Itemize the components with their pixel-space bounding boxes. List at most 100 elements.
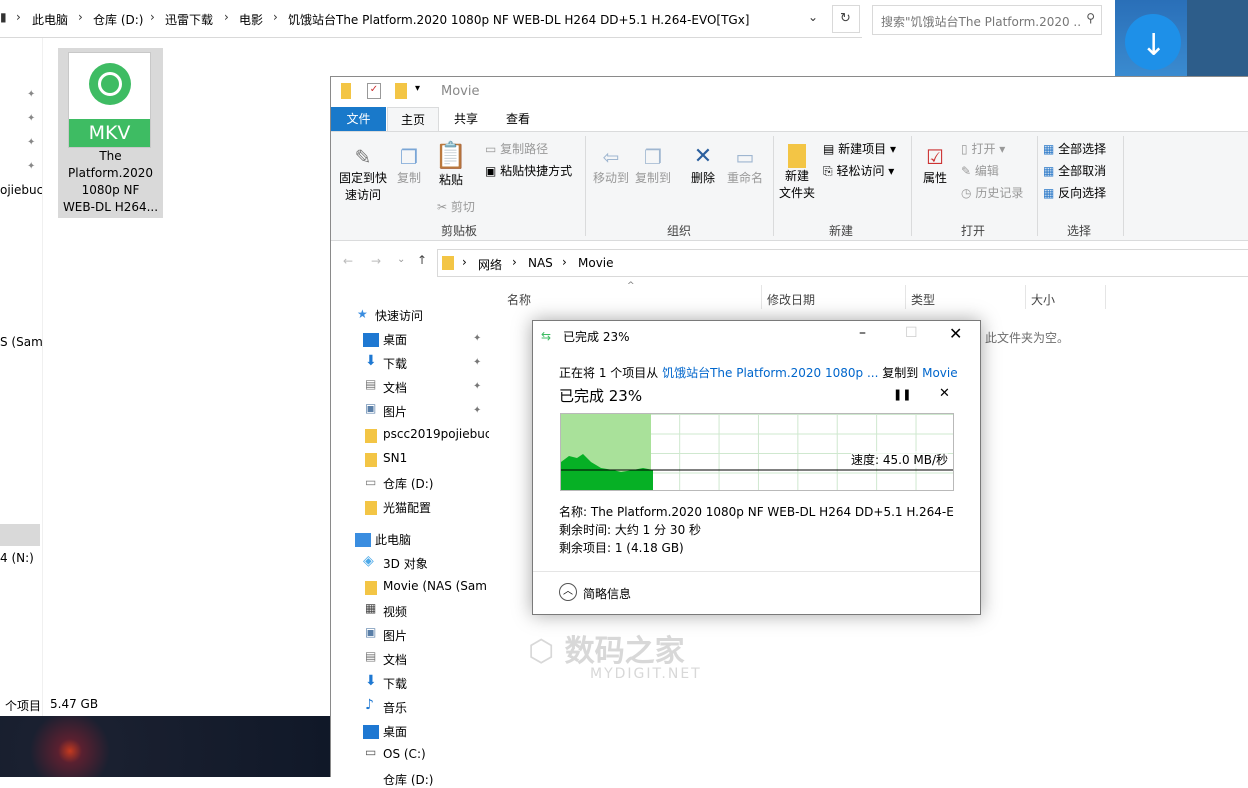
breadcrumb-item[interactable]: 电影 — [239, 11, 263, 28]
minimize-button[interactable]: – — [859, 325, 866, 341]
recent-dropdown-icon[interactable]: ⌄ — [397, 254, 405, 265]
empty-folder-message: 此文件夹为空。 — [985, 331, 1070, 345]
nav-item[interactable]: 下载 — [383, 675, 407, 692]
column-header-type[interactable]: 类型 — [911, 291, 935, 308]
source-link[interactable]: 饥饿站台The Platform.2020 1080p ... — [662, 366, 878, 380]
select-all-button[interactable]: ▦ 全部选择 — [1043, 140, 1106, 157]
speed-label: 速度: 45.0 MB/秒 — [851, 451, 949, 468]
column-header-size[interactable]: 大小 — [1031, 291, 1055, 308]
breadcrumb-item[interactable]: 迅雷下载 — [165, 11, 213, 28]
invert-selection-button[interactable]: ▦ 反向选择 — [1043, 184, 1106, 201]
nav-item[interactable]: 仓库 (D:) — [383, 771, 433, 788]
button-label: 全部选择 — [1058, 142, 1107, 156]
qat-dropdown-icon[interactable]: ▾ — [415, 83, 420, 94]
nav-item-partial[interactable]: ojiebuc — [0, 183, 42, 197]
copy-to-button[interactable]: ❐ 复制到 — [633, 144, 673, 187]
up-arrow-icon[interactable]: ↑ — [417, 253, 427, 267]
chevron-up-icon[interactable]: ︿ — [559, 583, 577, 601]
nav-item[interactable]: Movie (NAS (Sam — [383, 579, 489, 593]
dest-link[interactable]: Movie — [922, 366, 958, 380]
nav-item[interactable]: 光猫配置 — [383, 499, 431, 516]
rename-button[interactable]: ▭ 重命名 — [725, 144, 765, 187]
desktop-app-icon[interactable]: ↓ — [1115, 0, 1248, 76]
group-divider — [1123, 136, 1124, 236]
chevron-down-icon[interactable]: ⌄ — [808, 10, 818, 24]
move-icon: ⇦ — [602, 145, 620, 169]
easy-access-button[interactable]: ⎘ 轻松访问 ▾ — [823, 162, 894, 179]
tab-home[interactable]: 主页 — [387, 107, 439, 131]
edit-button[interactable]: ✎ 编辑 — [961, 162, 999, 179]
properties-button[interactable]: ☑ 属性 — [915, 144, 955, 187]
properties-icon[interactable]: ✓ — [367, 83, 381, 99]
open-button[interactable]: ▯ 打开 ▾ — [961, 140, 1005, 157]
nav-item[interactable]: 3D 对象 — [383, 555, 428, 572]
column-header-name[interactable]: 名称 — [507, 291, 531, 308]
tab-share[interactable]: 共享 — [441, 107, 491, 131]
nav-item-selected[interactable] — [0, 524, 40, 546]
breadcrumb-item[interactable]: 饥饿站台The Platform.2020 1080p NF WEB-DL H2… — [288, 11, 798, 28]
cut-button[interactable]: ✂ 剪切 — [437, 198, 475, 215]
paste-button[interactable]: 📋 粘贴 — [431, 140, 471, 189]
nav-item[interactable]: pscc2019pojiebuc — [383, 427, 489, 441]
column-header-modified[interactable]: 修改日期 — [767, 291, 815, 308]
history-button[interactable]: ◷ 历史记录 — [961, 184, 1023, 201]
paste-shortcut-button[interactable]: ▣ 粘贴快捷方式 — [485, 162, 572, 179]
select-none-button[interactable]: ▦ 全部取消 — [1043, 162, 1106, 179]
nav-this-pc[interactable]: 此电脑 — [375, 531, 411, 548]
close-button[interactable]: ✕ — [949, 324, 962, 343]
download-icon: ⬇ — [365, 673, 377, 689]
pin-icon: ✦ — [27, 113, 36, 124]
nav-item[interactable]: SN1 — [383, 451, 407, 465]
nav-item[interactable]: 图片 — [383, 627, 407, 644]
nav-item[interactable]: 仓库 (D:) — [383, 475, 433, 492]
tab-file[interactable]: 文件 — [331, 107, 386, 131]
address-bar[interactable]: ← → ⌄ ↑ › 网络 › NAS › Movie — [331, 247, 1248, 279]
breadcrumb-item[interactable]: 此电脑 — [32, 11, 68, 28]
nav-item-partial[interactable]: S (Sam — [0, 335, 42, 349]
copy-path-button[interactable]: ▭ 复制路径 — [485, 140, 548, 157]
back-arrow-icon[interactable]: ← — [343, 254, 353, 268]
pin-icon: ✦ — [27, 161, 36, 172]
new-folder-icon[interactable] — [395, 83, 407, 99]
move-to-button[interactable]: ⇦ 移动到 — [591, 144, 631, 187]
nav-item[interactable]: OS (C:) — [383, 747, 426, 761]
breadcrumb-item[interactable]: 网络 — [478, 256, 502, 273]
file-name-line: WEB-DL H264... — [62, 200, 159, 214]
breadcrumb-item[interactable]: Movie — [578, 256, 614, 270]
pin-quick-access-button[interactable]: ✎ 固定到快 速访问 — [337, 144, 389, 204]
new-item-button[interactable]: ▤ 新建项目 ▾ — [823, 140, 896, 157]
nav-quick-access[interactable]: 快速访问 — [375, 307, 423, 324]
tab-view[interactable]: 查看 — [493, 107, 543, 131]
title-bar[interactable]: ✓ ▾ Movie — [331, 77, 1248, 107]
fewer-details-button[interactable]: 简略信息 — [583, 585, 631, 602]
delete-button[interactable]: ✕ 删除 — [683, 144, 723, 187]
new-folder-button[interactable]: 新建 文件夹 — [777, 144, 817, 202]
pause-button[interactable]: ❚❚ — [893, 388, 911, 401]
nav-item[interactable]: 文档 — [383, 651, 407, 668]
breadcrumb-item[interactable]: NAS — [528, 256, 553, 270]
bg-address-bar[interactable]: ▮ › 此电脑 › 仓库 (D:) › 迅雷下载 › 电影 › 饥饿站台The … — [0, 0, 862, 38]
os-drive-icon: ▭ — [365, 745, 377, 759]
nav-item[interactable]: 桌面 — [383, 723, 407, 740]
nav-item[interactable]: 文档 — [383, 379, 407, 396]
chevron-right-icon: › — [16, 10, 21, 24]
file-item-mkv[interactable]: MKV The Platform.2020 1080p NF WEB-DL H2… — [58, 48, 163, 218]
nav-item[interactable]: 音乐 — [383, 699, 407, 716]
nav-item[interactable]: 图片 — [383, 403, 407, 420]
search-input[interactable]: 搜索"饥饿站台The Platform.2020 ... ⚲ — [872, 5, 1102, 35]
refresh-button[interactable]: ↻ — [832, 5, 860, 33]
navigation-pane: ★ 快速访问 桌面 ✦ ⬇ 下载 ✦ ▤ 文档 ✦ ▣ 图片 ✦ pscc201… — [331, 279, 491, 787]
breadcrumb-item[interactable]: 仓库 (D:) — [93, 11, 143, 28]
forward-arrow-icon[interactable]: → — [371, 254, 381, 268]
copy-icon: ⇆ — [541, 329, 552, 343]
nav-item[interactable]: 下载 — [383, 355, 407, 372]
nav-item[interactable]: 桌面 — [383, 331, 407, 348]
chevron-right-icon: › — [273, 10, 278, 24]
cancel-button[interactable]: ✕ — [939, 386, 950, 401]
shield-logo-icon: ⬡ — [528, 634, 555, 669]
copy-button[interactable]: ❐ 复制 — [391, 144, 427, 187]
button-label: 轻松访问 — [836, 164, 885, 178]
ribbon-tabs: 文件 主页 共享 查看 — [331, 107, 1248, 131]
nav-item[interactable]: 视频 — [383, 603, 407, 620]
nav-item-partial[interactable]: 4 (N:) — [0, 551, 42, 565]
